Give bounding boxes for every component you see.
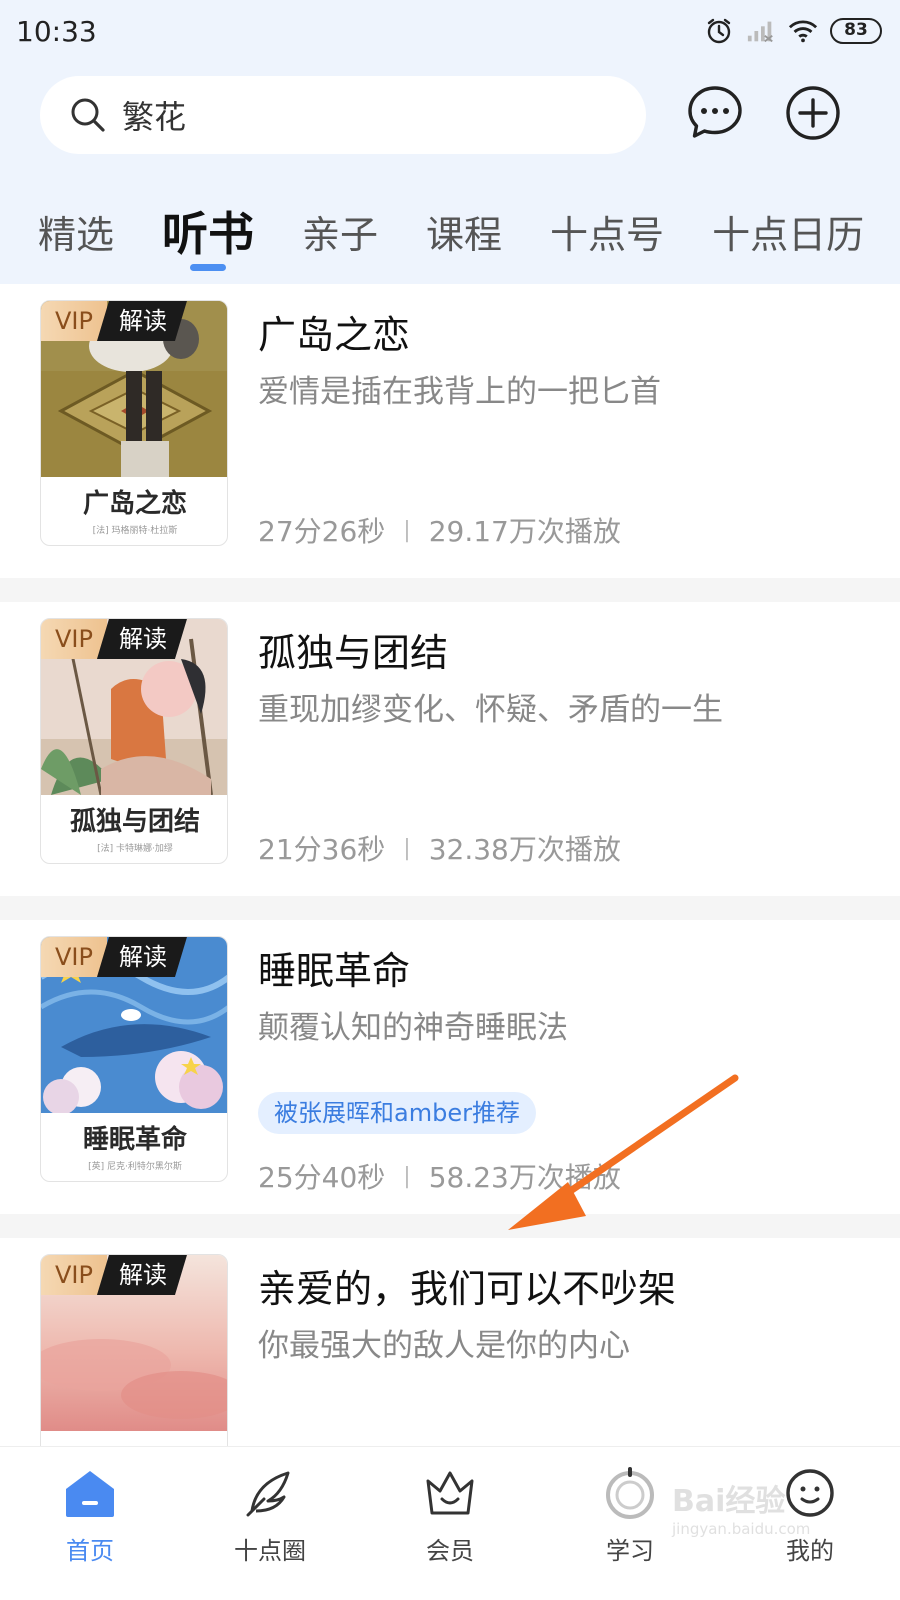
book-meta: 21分36秒 | 32.38万次播放 [258, 828, 621, 868]
vip-badge: VIP 解读 [41, 301, 187, 341]
duration: 21分36秒 [258, 833, 386, 866]
nav-study-label: 学习 [606, 1537, 654, 1565]
watermark-subtext: jingyan.baidu.com [672, 1520, 811, 1538]
tab-kecheng[interactable]: 课程 [426, 190, 502, 259]
category-tabs: 精选 听书 亲子 课程 十点号 十点日历 [0, 190, 900, 284]
nav-member[interactable]: 会员 [360, 1447, 540, 1600]
header: 繁花 [0, 62, 900, 172]
book-card[interactable]: VIP 解读 广岛之恋 [法] 玛格丽特·杜拉斯 广岛之恋 爱情是插在我背上的一… [0, 284, 900, 578]
study-icon [606, 1467, 654, 1519]
meta-separator: | [403, 835, 411, 861]
duration: 27分26秒 [258, 515, 386, 548]
vip-label: VIP [41, 937, 107, 977]
search-text: 繁花 [122, 98, 187, 136]
vip-label: VIP [41, 301, 107, 341]
nav-home[interactable]: 首页 [0, 1447, 180, 1600]
book-title[interactable]: 亲爱的，我们可以不吵架 [258, 1258, 676, 1313]
jiedu-label: 解读 [97, 301, 187, 341]
meta-separator: | [403, 517, 411, 543]
book-cover: VIP 解读 睡眠革命 [英] 尼克·利特尔黑尔斯 [40, 936, 228, 1182]
play-count: 32.38万次播放 [428, 833, 621, 866]
vip-badge: VIP 解读 [41, 937, 187, 977]
recommend-tag[interactable]: 被张展晖和amber推荐 [258, 1092, 536, 1134]
book-title[interactable]: 睡眠革命 [258, 940, 410, 995]
book-card[interactable]: VIP 解读 睡眠革命 [英] 尼克·利特尔黑尔斯 睡眠革命 颠覆认知的神奇睡眠… [0, 920, 900, 1214]
vip-label: VIP [41, 619, 107, 659]
feather-icon [246, 1471, 290, 1517]
book-cover: VIP 解读 广岛之恋 [法] 玛格丽特·杜拉斯 [40, 300, 228, 546]
book-subtitle: 重现加缪变化、怀疑、矛盾的一生 [258, 692, 723, 728]
jiedu-label: 解读 [97, 937, 187, 977]
nav-home-label: 首页 [66, 1537, 114, 1565]
tab-qinzi[interactable]: 亲子 [302, 190, 378, 259]
book-subtitle: 你最强大的敌人是你的内心 [258, 1328, 630, 1364]
add-button[interactable] [784, 84, 842, 142]
meta-separator: | [403, 1163, 411, 1189]
cover-author: [英] 尼克·利特尔黑尔斯 [88, 1162, 182, 1172]
book-subtitle: 爱情是插在我背上的一把匕首 [258, 374, 661, 410]
watermark-text: Bai经验 [672, 1484, 786, 1519]
book-cover: VIP 解读 [40, 1254, 228, 1446]
tab-shidianrili[interactable]: 十点日历 [712, 190, 864, 259]
status-bar: 10:33 83 [0, 0, 900, 62]
play-count: 29.17万次播放 [428, 515, 621, 548]
status-icons: 83 [704, 16, 882, 46]
search-icon [68, 95, 108, 135]
home-icon [66, 1471, 114, 1517]
cover-title: 睡眠革命 [82, 1125, 187, 1155]
book-list: VIP 解读 广岛之恋 [法] 玛格丽特·杜拉斯 广岛之恋 爱情是插在我背上的一… [0, 284, 900, 1446]
vip-badge: VIP 解读 [41, 619, 187, 659]
book-subtitle: 颠覆认知的神奇睡眠法 [258, 1010, 568, 1046]
book-meta: 27分26秒 | 29.17万次播放 [258, 510, 621, 550]
jiedu-label: 解读 [97, 619, 187, 659]
cover-author: [法] 卡特琳娜·加缪 [97, 844, 173, 854]
book-title[interactable]: 孤独与团结 [258, 622, 448, 677]
book-title[interactable]: 广岛之恋 [258, 304, 410, 359]
duration: 25分40秒 [258, 1161, 386, 1194]
nav-circle-label: 十点圈 [234, 1537, 306, 1565]
plus-circle-icon [786, 86, 840, 140]
baidu-watermark: Bai经验 jingyan.baidu.com [672, 1476, 872, 1556]
crown-icon [426, 1471, 474, 1515]
cover-title: 广岛之恋 [82, 489, 187, 519]
battery-indicator: 83 [830, 18, 882, 44]
chat-bubble-icon [688, 86, 742, 138]
vip-label: VIP [41, 1255, 107, 1295]
search-input[interactable]: 繁花 [40, 76, 646, 154]
nav-circle[interactable]: 十点圈 [180, 1447, 360, 1600]
tab-shidianhao[interactable]: 十点号 [550, 190, 664, 259]
nav-member-label: 会员 [426, 1537, 474, 1565]
cover-title: 孤独与团结 [69, 807, 200, 837]
jiedu-label: 解读 [97, 1255, 187, 1295]
book-card[interactable]: VIP 解读 亲爱的，我们可以不吵架 你最强大的敌人是你的内心 [0, 1238, 900, 1446]
book-meta: 25分40秒 | 58.23万次播放 [258, 1156, 621, 1196]
book-card[interactable]: VIP 解读 孤独与团结 [法] 卡特琳娜·加缪 孤独与团结 重现加缪变化、怀疑… [0, 602, 900, 896]
tab-tingshu[interactable]: 听书 [162, 190, 254, 271]
vip-badge: VIP 解读 [41, 1255, 187, 1295]
wifi-icon [788, 16, 818, 46]
tab-jingxuan[interactable]: 精选 [38, 190, 114, 259]
book-cover: VIP 解读 孤独与团结 [法] 卡特琳娜·加缪 [40, 618, 228, 864]
status-time: 10:33 [16, 14, 97, 48]
signal-icon [746, 16, 776, 46]
play-count: 58.23万次播放 [428, 1161, 621, 1194]
alarm-icon [704, 16, 734, 46]
message-button[interactable] [686, 84, 744, 142]
cover-author: [法] 玛格丽特·杜拉斯 [92, 526, 178, 536]
